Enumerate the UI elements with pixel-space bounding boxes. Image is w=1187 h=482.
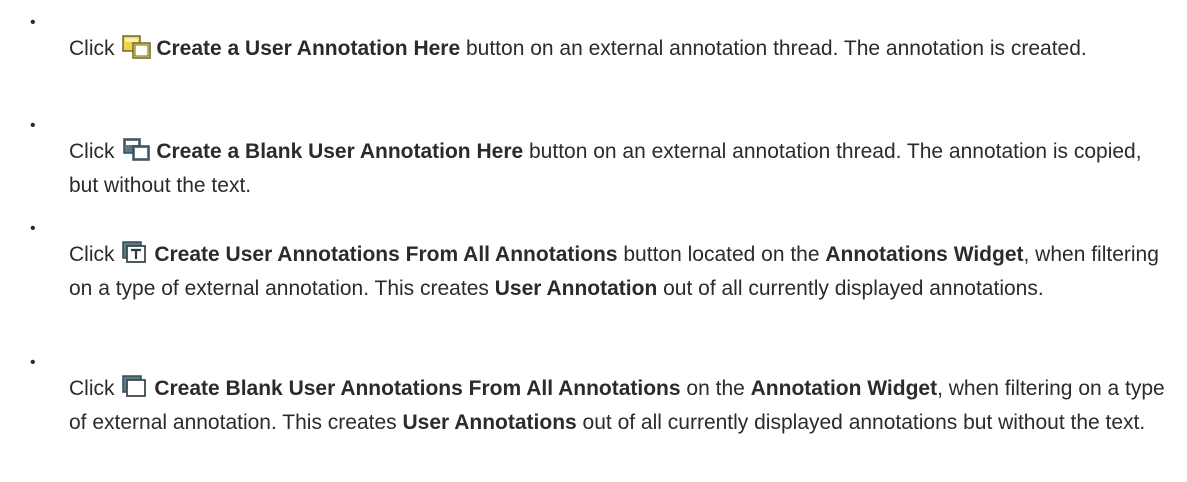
create-blank-user-annotation-icon	[122, 138, 152, 171]
action-name: Create User Annotations From All Annotat…	[154, 243, 618, 266]
list-item: • Click Create a User Annotation Here bu…	[0, 15, 1107, 68]
click-word: Click	[69, 377, 115, 400]
widget-name: Annotations Widget	[825, 243, 1024, 266]
click-word: Click	[69, 140, 115, 163]
item-text: Click Create a User Annotation Here butt…	[69, 22, 1087, 68]
item-text-part: out of all currently displayed annotatio…	[657, 277, 1044, 300]
action-name: Create a Blank User Annotation Here	[156, 140, 524, 163]
list-item: • Click Create Blank User Annotations Fr…	[0, 355, 1187, 438]
bullet: •	[30, 220, 36, 237]
list-item: • Click Create User Annotations From All…	[0, 221, 1187, 304]
item-text-part: button on an external annotation thread.…	[460, 37, 1087, 60]
bullet: •	[30, 14, 36, 31]
action-name: Create a User Annotation Here	[156, 37, 461, 60]
click-word: Click	[69, 243, 115, 266]
create-blank-user-annotations-from-all-icon	[122, 375, 150, 408]
item-text: Click Create a Blank User Annotation Her…	[69, 125, 1167, 201]
item-text-part: button located on the	[617, 243, 826, 266]
user-annotation-term: User Annotation	[494, 277, 658, 300]
create-user-annotation-icon	[122, 35, 152, 68]
user-annotations-term: User Annotations	[402, 411, 577, 434]
create-user-annotations-from-all-icon	[122, 241, 150, 274]
item-text-part: out of all currently displayed annotatio…	[576, 411, 1146, 434]
item-text: Click Create Blank User Annotations From…	[69, 362, 1167, 438]
widget-name: Annotation Widget	[750, 377, 938, 400]
list-item: • Click Create a Blank User Annotation H…	[0, 118, 1187, 201]
bullet: •	[30, 354, 36, 371]
document: • Click Create a User Annotation Here bu…	[0, 0, 1187, 482]
click-word: Click	[69, 37, 115, 60]
item-text-part: on the	[680, 377, 751, 400]
action-name: Create Blank User Annotations From All A…	[154, 377, 681, 400]
item-text: Click Create User Annotations From All A…	[69, 228, 1167, 304]
bullet: •	[30, 117, 36, 134]
